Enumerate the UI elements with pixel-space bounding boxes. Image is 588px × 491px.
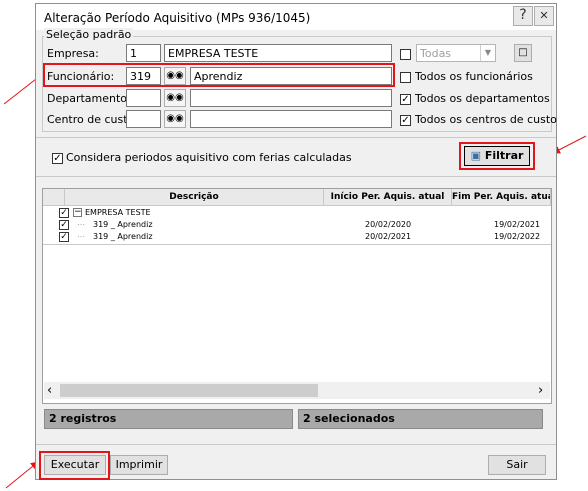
todos-funcionarios-label: Todos os funcionários — [415, 70, 533, 83]
funcionario-highlight — [43, 63, 395, 87]
row-checkbox[interactable]: ✓ — [59, 220, 69, 230]
row-checkbox[interactable]: ✓ — [59, 232, 69, 242]
document-icon[interactable]: □ — [514, 44, 532, 62]
selection-legend: Seleção padrão — [44, 28, 134, 41]
row-descricao: EMPRESA TESTE — [85, 208, 151, 217]
considera-checkbox[interactable]: ✓ — [52, 153, 63, 164]
imprimir-button[interactable]: Imprimir — [110, 455, 168, 475]
row-fim: 19/02/2021 — [494, 220, 541, 229]
sair-button[interactable]: Sair — [488, 455, 546, 475]
arrow-filtrar — [552, 135, 587, 154]
row-descricao: 319 _ Aprendiz — [93, 220, 153, 229]
filter-icon: ▣ — [470, 149, 481, 162]
filtrar-button[interactable]: ▣ Filtrar — [464, 146, 530, 166]
todos-funcionarios-checkbox[interactable] — [400, 72, 411, 83]
table-row[interactable]: ✓ ⋯ 319 _ Aprendiz 20/02/2021 19/02/2022 — [43, 231, 551, 243]
row-fim: 19/02/2022 — [494, 232, 541, 241]
grid-row-divider — [43, 244, 551, 245]
grid-header-fim[interactable]: Fim Per. Aquis. atual — [452, 189, 551, 206]
arrow-executar — [5, 461, 39, 489]
centro-custo-code-field[interactable] — [126, 110, 161, 128]
todas-select-value: Todas — [420, 47, 452, 60]
divider — [36, 176, 556, 177]
scroll-right-icon[interactable]: › — [538, 383, 543, 398]
dialog-window: Alteração Período Aquisitivo (MPs 936/10… — [35, 3, 557, 480]
grid-header-select — [43, 189, 65, 206]
window-title: Alteração Período Aquisitivo (MPs 936/10… — [44, 11, 311, 25]
todos-departamentos-label: Todos os departamentos — [415, 92, 550, 105]
empresa-name-field[interactable]: EMPRESA TESTE — [164, 44, 392, 62]
executar-button[interactable]: Executar — [44, 455, 106, 475]
scrollbar-thumb[interactable] — [60, 384, 318, 397]
periodos-grid: Descrição Início Per. Aquis. atual Fim P… — [42, 188, 552, 404]
help-button[interactable]: ? — [513, 6, 533, 26]
empresa-code-field[interactable]: 1 — [126, 44, 161, 62]
row-descricao: 319 _ Aprendiz — [93, 232, 153, 241]
collapse-icon[interactable]: − — [73, 208, 82, 217]
centro-custo-name-field[interactable] — [190, 110, 392, 128]
filtrar-label: Filtrar — [484, 149, 524, 162]
selecionados-status: 2 selecionados — [298, 409, 543, 429]
considera-label: Considera periodos aquisitivo com ferias… — [66, 151, 352, 164]
horizontal-scrollbar[interactable]: ‹ › — [44, 382, 550, 399]
chevron-down-icon: ▼ — [480, 45, 495, 61]
table-row[interactable]: ✓ ⋯ 319 _ Aprendiz 20/02/2020 19/02/2021 — [43, 219, 551, 231]
binoculars-icon[interactable]: ◉◉ — [164, 110, 186, 128]
grid-header-inicio[interactable]: Início Per. Aquis. atual — [324, 189, 452, 206]
empresa-label: Empresa: — [47, 47, 99, 60]
todos-departamentos-checkbox[interactable]: ✓ — [400, 94, 411, 105]
divider — [36, 444, 556, 445]
row-checkbox[interactable]: ✓ — [59, 208, 69, 218]
departamento-name-field[interactable] — [190, 89, 392, 107]
close-button[interactable]: ✕ — [534, 6, 554, 26]
todos-centros-checkbox[interactable]: ✓ — [400, 115, 411, 126]
title-bar: Alteração Período Aquisitivo (MPs 936/10… — [36, 4, 556, 30]
registros-status: 2 registros — [44, 409, 293, 429]
departamento-code-field[interactable] — [126, 89, 161, 107]
row-inicio: 20/02/2020 — [365, 220, 412, 229]
table-row[interactable]: ✓ − EMPRESA TESTE — [43, 207, 551, 219]
todas-checkbox[interactable] — [400, 49, 411, 60]
todos-centros-label: Todos os centros de custo — [415, 113, 557, 126]
binoculars-icon[interactable]: ◉◉ — [164, 89, 186, 107]
tree-connector: ⋯ — [77, 220, 85, 229]
scroll-left-icon[interactable]: ‹ — [47, 383, 52, 398]
row-inicio: 20/02/2021 — [365, 232, 412, 241]
divider — [36, 137, 556, 138]
todas-select[interactable]: Todas ▼ — [416, 44, 496, 62]
centro-custo-label: Centro de custo: — [47, 113, 138, 126]
grid-header-descricao[interactable]: Descrição — [65, 189, 324, 206]
tree-connector: ⋯ — [77, 232, 85, 241]
departamento-label: Departamento: — [47, 92, 131, 105]
